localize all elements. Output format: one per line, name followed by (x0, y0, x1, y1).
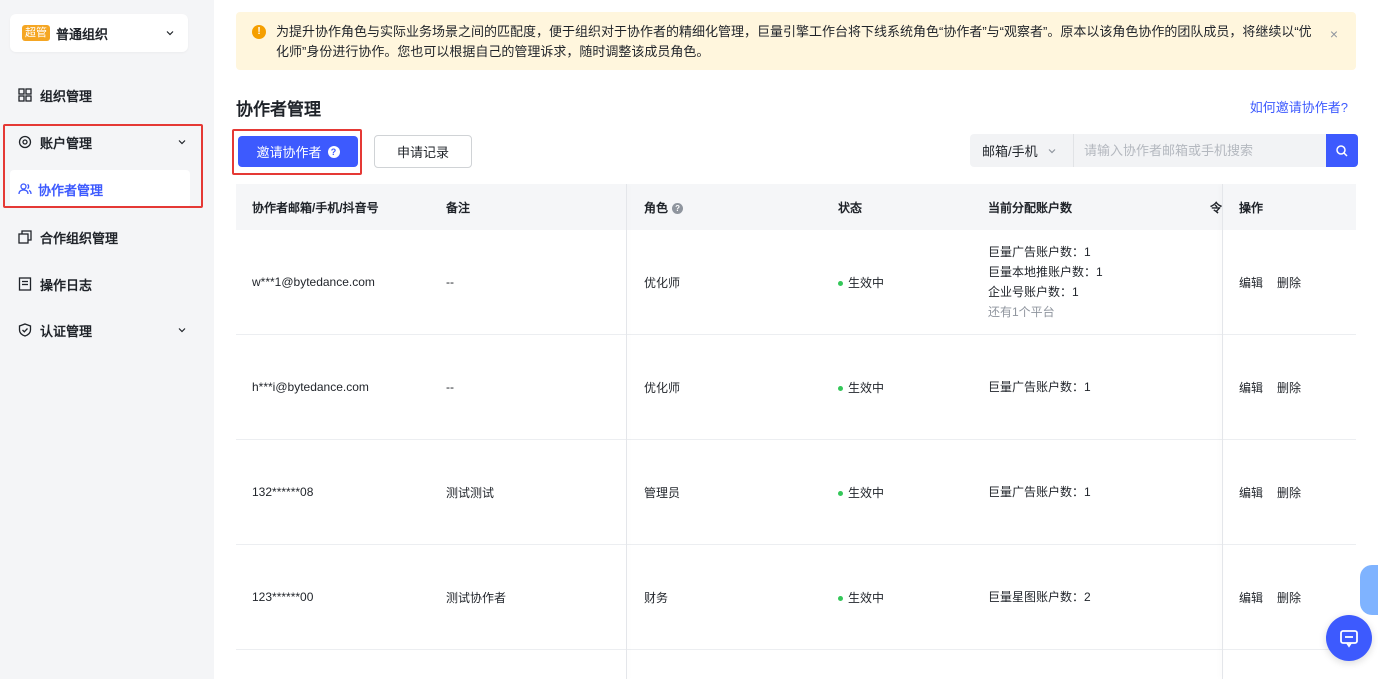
cell-actions: 编辑 删除 (1239, 589, 1315, 606)
cell-remark: -- (446, 380, 454, 394)
cell-actions: 编辑 删除 (1239, 484, 1315, 501)
status-dot (838, 385, 843, 391)
chat-icon (1340, 630, 1358, 648)
invite-button-label: 邀请协作者 (256, 145, 322, 160)
notice-banner: ! 为提升协作角色与实际业务场景之间的匹配度，便于组织对于协作者的精细化管理，巨… (236, 12, 1356, 70)
chevron-down-icon (176, 324, 188, 336)
cell-status: 生效中 (838, 379, 884, 396)
org-name: 普通组织 (56, 26, 109, 42)
edit-button[interactable]: 编辑 (1239, 484, 1263, 501)
cell-accounts: 巨量广告账户数：1 (988, 485, 1091, 499)
notice-text: 为提升协作角色与实际业务场景之间的匹配度，便于组织对于协作者的精细化管理，巨量引… (276, 24, 1312, 59)
cell-role: 财务 (644, 590, 669, 605)
header-contact: 协作者邮箱/手机/抖音号 (252, 200, 379, 215)
cell-role: 优化师 (644, 380, 681, 395)
org-switcher[interactable]: 超管 普通组织 (10, 14, 188, 52)
cell-contact: 123******00 (252, 590, 314, 604)
assistant-avatar[interactable] (1360, 565, 1378, 615)
cell-status: 生效中 (838, 274, 884, 291)
sidebar-item-partner-org-management[interactable]: 合作组织管理 (18, 222, 188, 252)
header-remark: 备注 (446, 200, 471, 215)
cell-contact: h***i@bytedance.com (252, 380, 369, 394)
status-dot (838, 490, 843, 496)
status-dot (838, 595, 843, 601)
chevron-down-icon (164, 27, 176, 39)
shield-check-icon (18, 323, 32, 337)
search-type-value: 邮箱/手机 (982, 144, 1038, 159)
super-admin-badge: 超管 (22, 25, 50, 41)
sidebar-item-label: 组织管理 (40, 88, 93, 104)
status-dot (838, 280, 843, 286)
edit-button[interactable]: 编辑 (1239, 379, 1263, 396)
delete-button[interactable]: 删除 (1277, 589, 1301, 606)
table-row: 123******00 测试协作者 财务 生效中 巨量星图账户数：2 编辑 删除 (236, 545, 1356, 650)
edit-button[interactable]: 编辑 (1239, 589, 1263, 606)
gear-icon (18, 135, 32, 149)
sidebar-item-label: 协作者管理 (38, 182, 104, 198)
cell-accounts: 巨量广告账户数：1 (988, 380, 1091, 394)
cell-status: 生效中 (838, 589, 884, 606)
delete-button[interactable]: 删除 (1277, 379, 1301, 396)
sidebar-item-collaborator-management[interactable]: 协作者管理 (10, 170, 190, 208)
sidebar-item-verification-management[interactable]: 认证管理 (18, 315, 188, 345)
chevron-down-icon (176, 136, 188, 148)
sidebar-item-label: 操作日志 (40, 277, 93, 293)
sidebar-item-org-management[interactable]: 组织管理 (18, 80, 188, 110)
header-status: 状态 (838, 200, 863, 215)
delete-button[interactable]: 删除 (1277, 484, 1301, 501)
search-icon (1336, 144, 1348, 157)
log-icon (18, 277, 32, 291)
table-row: w***1@bytedance.com -- 优化师 生效中 巨量广告账户数：1… (236, 230, 1356, 335)
fixed-column-divider (626, 184, 627, 679)
cell-remark: 测试测试 (446, 485, 495, 500)
chat-support-button[interactable] (1326, 615, 1372, 661)
help-icon: ? (327, 145, 340, 158)
delete-button[interactable]: 删除 (1277, 274, 1301, 291)
sidebar-item-label: 账户管理 (40, 135, 93, 151)
how-to-invite-link[interactable]: 如何邀请协作者? (1250, 97, 1348, 116)
fixed-column-divider (1222, 184, 1223, 679)
search-group: 邮箱/手机 (970, 134, 1358, 167)
header-accounts: 当前分配账户数 (988, 200, 1073, 215)
grid-icon (18, 88, 32, 102)
header-role: 角色? (644, 199, 684, 216)
sidebar-item-label: 认证管理 (40, 323, 93, 339)
sidebar-item-account-management[interactable]: 账户管理 (18, 127, 188, 157)
search-input[interactable] (1074, 134, 1326, 167)
copy-icon (18, 230, 32, 244)
cell-contact: w***1@bytedance.com (252, 275, 375, 289)
cell-remark: 测试协作者 (446, 590, 507, 605)
users-icon (18, 182, 32, 196)
cell-status: 生效中 (838, 484, 884, 501)
edit-button[interactable]: 编辑 (1239, 274, 1263, 291)
close-icon[interactable]: × (1330, 24, 1338, 44)
cell-actions: 编辑 删除 (1239, 379, 1315, 396)
table-row: h***i@bytedance.com -- 优化师 生效中 巨量广告账户数：1… (236, 335, 1356, 440)
cell-role: 管理员 (644, 485, 681, 500)
chevron-down-icon (1046, 145, 1058, 157)
cell-remark: -- (446, 275, 454, 289)
collaborator-table: 协作者邮箱/手机/抖音号 备注 角色? 状态 当前分配账户数 令 操作 w***… (236, 184, 1356, 679)
table-header: 协作者邮箱/手机/抖音号 备注 角色? 状态 当前分配账户数 令 操作 (236, 184, 1356, 230)
cell-role: 优化师 (644, 275, 681, 290)
application-records-button[interactable]: 申请记录 (374, 135, 472, 168)
table-row: 132******08 测试测试 管理员 生效中 巨量广告账户数：1 编辑 删除 (236, 440, 1356, 545)
warning-icon: ! (252, 25, 266, 39)
help-icon[interactable]: ? (672, 202, 684, 214)
header-actions: 操作 (1239, 200, 1264, 215)
search-type-select[interactable]: 邮箱/手机 (970, 134, 1074, 167)
more-platforms[interactable]: 还有1个平台 (988, 302, 1103, 322)
cell-accounts: 巨量广告账户数：1 巨量本地推账户数：1 企业号账户数：1 还有1个平台 (988, 242, 1103, 322)
header-truncated: 令 (1210, 200, 1223, 215)
cell-contact: 132******08 (252, 485, 314, 499)
main-content: ! 为提升协作角色与实际业务场景之间的匹配度，便于组织对于协作者的精细化管理，巨… (214, 0, 1378, 679)
cell-accounts: 巨量星图账户数：2 (988, 590, 1091, 604)
sidebar-item-label: 合作组织管理 (40, 230, 119, 246)
sidebar-item-operation-log[interactable]: 操作日志 (18, 269, 188, 299)
search-button[interactable] (1326, 134, 1358, 167)
invite-collaborator-button[interactable]: 邀请协作者 ? (238, 136, 358, 167)
sidebar: 超管 普通组织 组织管理 账户管理 协作者管理 合作组织管理 操作日志 认证管理 (0, 0, 214, 679)
page-title: 协作者管理 (236, 100, 321, 119)
cell-actions: 编辑 删除 (1239, 274, 1315, 291)
